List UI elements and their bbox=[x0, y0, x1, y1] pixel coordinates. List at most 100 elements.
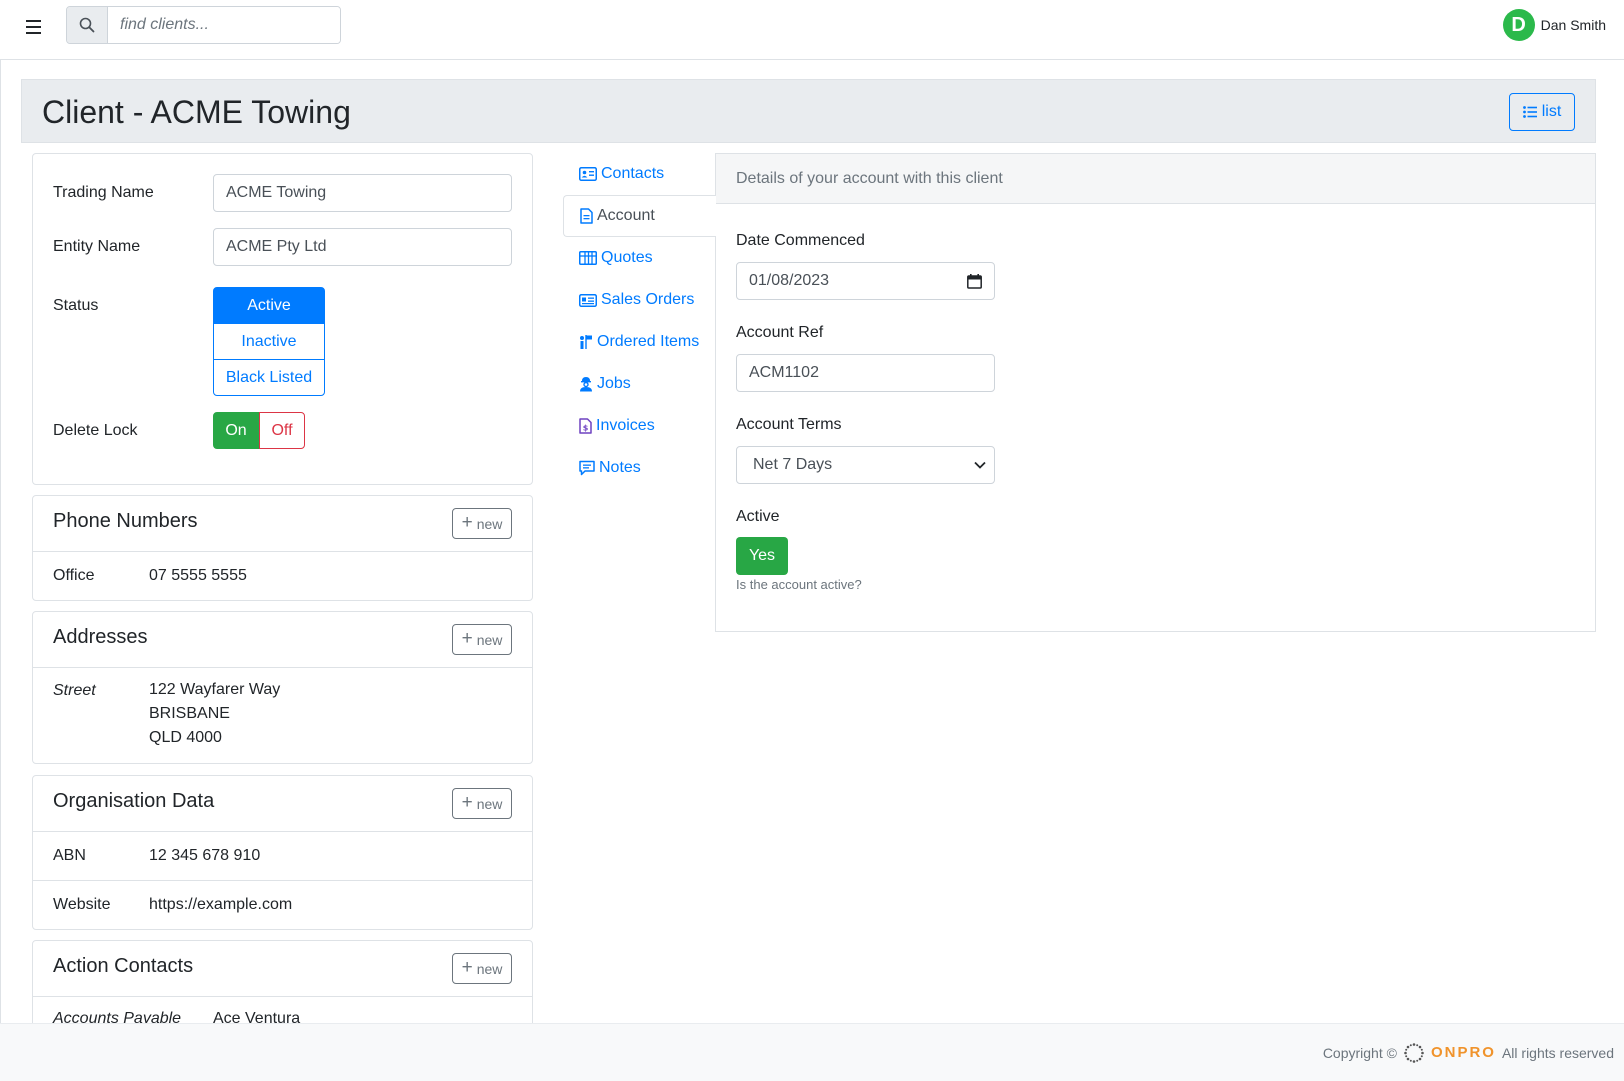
account-ref-label: Account Ref bbox=[736, 324, 824, 341]
org-row-website: Website https://example.com bbox=[33, 880, 532, 928]
add-phone-button[interactable]: + new bbox=[452, 508, 512, 539]
list-button[interactable]: list bbox=[1509, 93, 1575, 131]
account-panel-heading: Details of your account with this client bbox=[716, 154, 1595, 204]
document-icon bbox=[580, 208, 593, 224]
tab-quotes[interactable]: Quotes bbox=[563, 237, 716, 279]
tab-contacts-label: Contacts bbox=[601, 165, 665, 182]
tab-sales-orders[interactable]: Sales Orders bbox=[563, 279, 716, 321]
menu-icon[interactable] bbox=[20, 14, 46, 40]
trading-name-label: Trading Name bbox=[53, 184, 154, 201]
worker-icon bbox=[580, 377, 592, 392]
date-commenced-label: Date Commenced bbox=[736, 232, 865, 249]
website-value[interactable]: https://example.com bbox=[149, 896, 292, 914]
plus-icon: + bbox=[461, 957, 473, 978]
add-action-contact-button[interactable]: + new bbox=[452, 953, 512, 984]
tab-invoices-label: Invoices bbox=[596, 417, 655, 434]
abn-value: 12 345 678 910 bbox=[149, 847, 261, 864]
account-terms-select[interactable]: Net 7 Days bbox=[736, 446, 995, 484]
client-details-card: Trading Name Entity Name Status Active I… bbox=[32, 153, 533, 485]
tab-account[interactable]: Account bbox=[563, 195, 716, 237]
tab-sales-orders-label: Sales Orders bbox=[601, 291, 695, 308]
abn-label: ABN bbox=[53, 847, 86, 864]
phone-numbers-header: Phone Numbers + new bbox=[33, 496, 532, 552]
addresses-header: Addresses + new bbox=[33, 612, 532, 668]
active-help-text: Is the account active? bbox=[736, 577, 862, 592]
date-commenced-input[interactable]: 01/08/2023 bbox=[736, 262, 995, 300]
status-black-listed-button[interactable]: Black Listed bbox=[213, 359, 325, 396]
person-flag-icon bbox=[580, 335, 592, 349]
id-card-icon bbox=[579, 293, 597, 307]
chevron-down-icon bbox=[974, 461, 986, 469]
account-ref-input[interactable] bbox=[736, 354, 995, 392]
onpro-logo-icon bbox=[1404, 1042, 1424, 1063]
add-organisation-data-label: new bbox=[476, 795, 503, 812]
avatar: D bbox=[1502, 9, 1535, 41]
plus-icon: + bbox=[461, 512, 473, 533]
plus-icon: + bbox=[461, 628, 473, 649]
tab-notes[interactable]: Notes bbox=[563, 447, 716, 489]
status-active-button[interactable]: Active bbox=[213, 287, 325, 324]
address-line-2: BRISBANE bbox=[149, 705, 230, 722]
tab-quotes-label: Quotes bbox=[601, 249, 653, 266]
footer: Copyright © ONPRO All rights reserved bbox=[0, 1023, 1624, 1081]
organisation-data-header: Organisation Data + new bbox=[33, 776, 532, 832]
status-row: Status bbox=[53, 287, 213, 324]
account-terms-value: Net 7 Days bbox=[753, 456, 833, 473]
user-name: Dan Smith bbox=[1540, 17, 1606, 33]
add-address-label: new bbox=[476, 631, 503, 648]
action-contacts-header: Action Contacts + new bbox=[33, 941, 532, 997]
tab-jobs-label: Jobs bbox=[597, 375, 631, 392]
client-tabs: Contacts Account Quotes Sales Orders Ord… bbox=[563, 153, 716, 489]
entity-name-input[interactable] bbox=[213, 228, 512, 266]
svg-text:$: $ bbox=[583, 424, 589, 433]
search-input[interactable] bbox=[108, 7, 340, 43]
active-label: Active bbox=[736, 508, 780, 525]
comment-icon bbox=[579, 460, 595, 476]
calculator-grid-icon bbox=[579, 251, 597, 265]
status-label: Status bbox=[53, 296, 99, 314]
organisation-data-card: Organisation Data + new ABN 12 345 678 91… bbox=[32, 775, 533, 930]
account-terms-label: Account Terms bbox=[736, 416, 842, 433]
user-menu[interactable]: D Dan Smith bbox=[1502, 9, 1606, 41]
account-panel: Details of your account with this client… bbox=[715, 153, 1596, 632]
address-row: Street 122 Wayfarer Way BRISBANE QLD 400… bbox=[33, 668, 532, 750]
list-icon bbox=[1522, 106, 1537, 118]
calendar-icon[interactable] bbox=[967, 273, 982, 289]
tab-ordered-items-label: Ordered Items bbox=[597, 333, 700, 350]
delete-lock-off-button[interactable]: Off bbox=[259, 412, 305, 449]
phone-row: Office 07 5555 5555 bbox=[33, 552, 532, 600]
address-lines: 122 Wayfarer Way BRISBANE QLD 4000 bbox=[149, 678, 280, 750]
add-address-button[interactable]: + new bbox=[452, 624, 512, 655]
active-yes-button[interactable]: Yes bbox=[736, 537, 788, 575]
top-navbar: D Dan Smith bbox=[0, 0, 1624, 60]
page-title: Client - ACME Towing bbox=[42, 94, 351, 130]
status-button-group: Active Inactive Black Listed bbox=[213, 287, 325, 396]
tab-ordered-items[interactable]: Ordered Items bbox=[563, 321, 716, 363]
action-contacts-title: Action Contacts bbox=[53, 955, 194, 977]
tab-account-label: Account bbox=[597, 207, 655, 224]
content-frame bbox=[0, 60, 1, 1023]
status-inactive-button[interactable]: Inactive bbox=[213, 323, 325, 360]
delete-lock-toggle: On Off bbox=[213, 412, 305, 449]
delete-lock-on-button[interactable]: On bbox=[213, 412, 259, 449]
tab-invoices[interactable]: $ Invoices bbox=[563, 405, 716, 447]
add-phone-label: new bbox=[476, 515, 503, 532]
address-line-1: 122 Wayfarer Way bbox=[149, 681, 281, 698]
tab-notes-label: Notes bbox=[599, 459, 641, 476]
invoice-dollar-icon: $ bbox=[579, 418, 592, 434]
addresses-card: Addresses + new Street 122 Wayfarer Way B… bbox=[32, 611, 533, 764]
tab-jobs[interactable]: Jobs bbox=[563, 363, 716, 405]
tab-contacts[interactable]: Contacts bbox=[563, 153, 716, 195]
entity-name-row: Entity Name bbox=[53, 228, 512, 266]
address-type: Street bbox=[53, 682, 96, 699]
search-icon[interactable] bbox=[67, 7, 108, 43]
contact-card-icon bbox=[579, 167, 597, 181]
copyright-text: Copyright © bbox=[1322, 1044, 1397, 1061]
add-organisation-data-button[interactable]: + new bbox=[452, 788, 512, 819]
addresses-title: Addresses bbox=[53, 626, 148, 648]
list-button-label: list bbox=[1541, 103, 1562, 120]
date-commenced-value: 01/08/2023 bbox=[749, 272, 830, 289]
phone-numbers-title: Phone Numbers bbox=[53, 510, 198, 532]
trading-name-input[interactable] bbox=[213, 174, 512, 212]
org-row-abn: ABN 12 345 678 910 bbox=[33, 832, 532, 880]
